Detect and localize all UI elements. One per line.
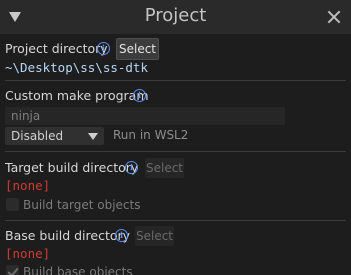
wsl-select-value: Disabled: [11, 129, 64, 143]
project-directory-label: Project directory: [5, 41, 108, 56]
info-icon[interactable]: i: [125, 161, 138, 174]
build-target-checkbox[interactable]: [6, 198, 19, 211]
base-build-label: Base build directory: [5, 228, 131, 243]
target-build-value: [none]: [5, 178, 51, 193]
window-title: Project: [144, 5, 207, 26]
info-icon[interactable]: i: [115, 229, 128, 242]
project-directory-path: ~\Desktop\ss\ss-dtk: [5, 60, 148, 75]
custom-make-label: Custom make program: [5, 88, 149, 103]
project-window: Project Project directory i Select ~\Des…: [0, 0, 351, 275]
base-build-value: [none]: [5, 246, 51, 261]
info-icon[interactable]: i: [97, 42, 110, 55]
custom-make-input[interactable]: ninja: [5, 107, 285, 125]
build-base-label: Build base objects: [23, 265, 133, 275]
separator: [5, 151, 346, 152]
build-base-checkbox[interactable]: [6, 265, 19, 275]
title-bar: Project: [0, 0, 351, 34]
build-target-label: Build target objects: [23, 198, 141, 212]
wsl-label: Run in WSL2: [113, 128, 189, 142]
separator: [5, 80, 346, 81]
info-icon[interactable]: i: [133, 89, 146, 102]
separator: [5, 220, 346, 221]
target-build-label: Target build directory: [5, 160, 139, 175]
chevron-down-icon: [88, 133, 98, 140]
wsl-select[interactable]: Disabled: [5, 127, 104, 145]
project-directory-select-button[interactable]: Select: [116, 38, 159, 60]
base-build-select-button[interactable]: Select: [135, 226, 174, 246]
target-build-select-button[interactable]: Select: [145, 158, 184, 178]
close-icon[interactable]: [326, 9, 342, 25]
